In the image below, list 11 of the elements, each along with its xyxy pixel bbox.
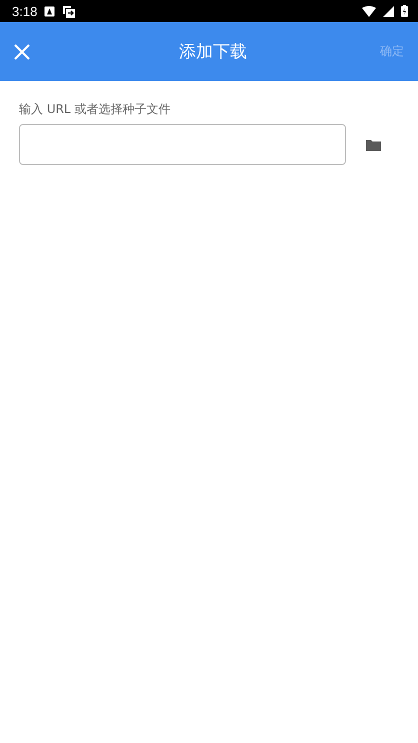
close-icon bbox=[14, 44, 30, 60]
url-input-field[interactable] bbox=[19, 124, 346, 165]
app-bar-title: 添加下载 bbox=[178, 41, 248, 63]
folder-icon bbox=[366, 138, 381, 150]
wifi-icon bbox=[362, 6, 376, 16]
status-time: 3:18 bbox=[12, 4, 38, 18]
sync-icon bbox=[62, 4, 76, 18]
notification-icon bbox=[44, 6, 56, 16]
field-label: 输入 URL 或者选择种子文件 bbox=[19, 101, 172, 118]
battery-icon bbox=[401, 5, 408, 17]
signal-icon bbox=[383, 6, 394, 16]
